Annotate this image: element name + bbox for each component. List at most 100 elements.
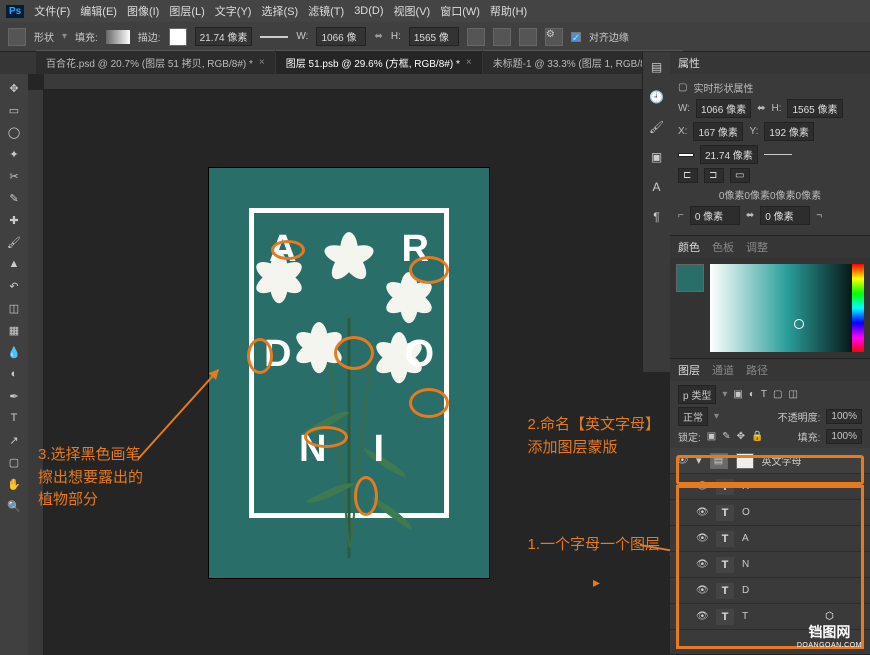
lasso-tool[interactable]: ◯ xyxy=(2,122,26,142)
tool-preset-icon[interactable] xyxy=(8,28,26,46)
fill-swatch[interactable] xyxy=(106,30,130,44)
corner-field[interactable]: 0 像素 xyxy=(690,206,740,225)
chevron-down-icon[interactable]: ▾ xyxy=(696,454,702,467)
crop-tool[interactable]: ✂ xyxy=(2,166,26,186)
filter-icon[interactable]: T xyxy=(761,389,767,400)
properties-tab[interactable]: 属性 xyxy=(678,55,700,71)
height-field[interactable]: 1565 像 xyxy=(409,27,459,46)
lock-icon[interactable]: ▣ xyxy=(707,431,716,442)
gear-icon[interactable]: ⚙ xyxy=(545,28,563,46)
stamp-tool[interactable]: ▲ xyxy=(2,254,26,274)
path-tool[interactable]: ↗ xyxy=(2,430,26,450)
menu-file[interactable]: 文件(F) xyxy=(34,3,70,19)
eraser-tool[interactable]: ◫ xyxy=(2,298,26,318)
foreground-color[interactable] xyxy=(676,264,704,292)
lock-icon[interactable]: ✥ xyxy=(737,431,745,442)
clone-panel-icon[interactable]: ▣ xyxy=(651,150,662,164)
color-tab[interactable]: 颜色 xyxy=(678,239,700,255)
visibility-icon[interactable]: 👁 xyxy=(696,507,708,518)
char-panel-icon[interactable]: A xyxy=(652,180,660,194)
panel-icon[interactable]: ▤ xyxy=(651,60,662,74)
close-icon[interactable]: × xyxy=(466,57,472,68)
layer-row[interactable]: 👁TA xyxy=(670,526,870,552)
menu-edit[interactable]: 编辑(E) xyxy=(80,3,117,19)
close-icon[interactable]: × xyxy=(259,57,265,68)
layer-name[interactable]: A xyxy=(742,533,749,544)
swatches-tab[interactable]: 色板 xyxy=(712,239,734,255)
menu-window[interactable]: 窗口(W) xyxy=(440,3,480,19)
stroke-swatch[interactable] xyxy=(169,28,187,46)
history-brush-tool[interactable]: ↶ xyxy=(2,276,26,296)
align-icon[interactable] xyxy=(493,28,511,46)
menu-help[interactable]: 帮助(H) xyxy=(490,3,527,19)
layer-row[interactable]: 👁TR xyxy=(670,474,870,500)
color-picker[interactable] xyxy=(710,264,864,352)
visibility-icon[interactable]: 👁 xyxy=(696,533,708,544)
ruler-horizontal[interactable] xyxy=(44,74,670,90)
layer-group[interactable]: 👁 ▾ ▤ 英文字母 xyxy=(670,448,870,474)
prop-h-field[interactable]: 1565 像素 xyxy=(787,99,842,118)
layer-name[interactable]: R xyxy=(742,481,749,492)
shape-tool[interactable]: ▢ xyxy=(2,452,26,472)
menu-3d[interactable]: 3D(D) xyxy=(354,5,383,17)
wand-tool[interactable]: ✦ xyxy=(2,144,26,164)
visibility-icon[interactable]: 👁 xyxy=(696,611,708,622)
document-tab[interactable]: 图层 51.psb @ 29.6% (方框, RGB/8#) *× xyxy=(276,50,482,74)
ruler-vertical[interactable] xyxy=(28,90,44,655)
layer-row[interactable]: 👁TD xyxy=(670,578,870,604)
prop-x-field[interactable]: 167 像素 xyxy=(693,122,743,141)
menu-filter[interactable]: 滤镜(T) xyxy=(308,3,344,19)
prop-w-field[interactable]: 1066 像素 xyxy=(696,99,751,118)
blur-tool[interactable]: 💧 xyxy=(2,342,26,362)
canvas[interactable]: A R D O N I 3.选择黑色画笔 擦出想要露出的 植物部分 2.命名【英… xyxy=(28,74,670,655)
stroke-style-icon[interactable] xyxy=(764,154,792,155)
ps-icon[interactable]: Ps xyxy=(6,5,24,18)
filter-icon[interactable]: ▢ xyxy=(773,389,782,400)
filter-icon[interactable]: ▣ xyxy=(733,389,742,400)
channels-tab[interactable]: 通道 xyxy=(712,362,734,378)
link-icon[interactable]: ⬌ xyxy=(746,210,754,221)
adjustments-tab[interactable]: 调整 xyxy=(746,239,768,255)
link-wh-icon[interactable]: ⬌ xyxy=(374,31,382,42)
layer-name[interactable]: O xyxy=(742,507,750,518)
lock-icon[interactable]: 🔒 xyxy=(751,431,763,442)
zoom-tool[interactable]: 🔍 xyxy=(2,496,26,516)
hand-tool[interactable]: ✋ xyxy=(2,474,26,494)
width-field[interactable]: 1066 像 xyxy=(316,27,366,46)
cap-icon[interactable]: ⊏ xyxy=(678,168,698,183)
paths-tab[interactable]: 路径 xyxy=(746,362,768,378)
brush-tool[interactable]: 🖌 xyxy=(2,232,26,252)
menu-view[interactable]: 视图(V) xyxy=(394,3,431,19)
align-edges-checkbox[interactable]: ✓ xyxy=(571,32,581,42)
menu-select[interactable]: 选择(S) xyxy=(261,3,298,19)
stroke-width-field[interactable]: 21.74 像素 xyxy=(195,27,253,46)
eyedropper-tool[interactable]: ✎ xyxy=(2,188,26,208)
layer-name[interactable]: N xyxy=(742,559,749,570)
visibility-icon[interactable]: 👁 xyxy=(696,585,708,596)
heal-tool[interactable]: ✚ xyxy=(2,210,26,230)
shape-mode-label[interactable]: 形状 xyxy=(34,29,54,44)
menu-image[interactable]: 图像(I) xyxy=(127,3,159,19)
move-tool[interactable]: ✥ xyxy=(2,78,26,98)
stroke-style-icon[interactable] xyxy=(260,36,288,38)
dodge-tool[interactable]: ◐ xyxy=(2,364,26,384)
layer-name[interactable]: 英文字母 xyxy=(762,453,802,468)
filter-icon[interactable]: ◫ xyxy=(788,389,797,400)
link-icon[interactable]: ⬌ xyxy=(757,103,765,114)
mask-thumb[interactable] xyxy=(736,453,754,469)
document-tab[interactable]: 百合花.psd @ 20.7% (图层 51 拷贝, RGB/8#) *× xyxy=(36,50,275,74)
fill-field[interactable]: 100% xyxy=(826,429,862,444)
visibility-icon[interactable]: 👁 xyxy=(676,455,688,466)
layer-name[interactable]: T xyxy=(742,611,748,622)
filter-icon[interactable]: ◐ xyxy=(749,389,755,400)
visibility-icon[interactable]: 👁 xyxy=(696,481,708,492)
opacity-field[interactable]: 100% xyxy=(826,409,862,424)
layer-row[interactable]: 👁TO xyxy=(670,500,870,526)
visibility-icon[interactable]: 👁 xyxy=(696,559,708,570)
type-tool[interactable]: T xyxy=(2,408,26,428)
layer-name[interactable]: D xyxy=(742,585,749,596)
blend-mode-select[interactable]: 正常 xyxy=(678,407,708,426)
pen-tool[interactable]: ✒ xyxy=(2,386,26,406)
arrange-icon[interactable] xyxy=(519,28,537,46)
lock-icon[interactable]: ✎ xyxy=(722,431,730,442)
